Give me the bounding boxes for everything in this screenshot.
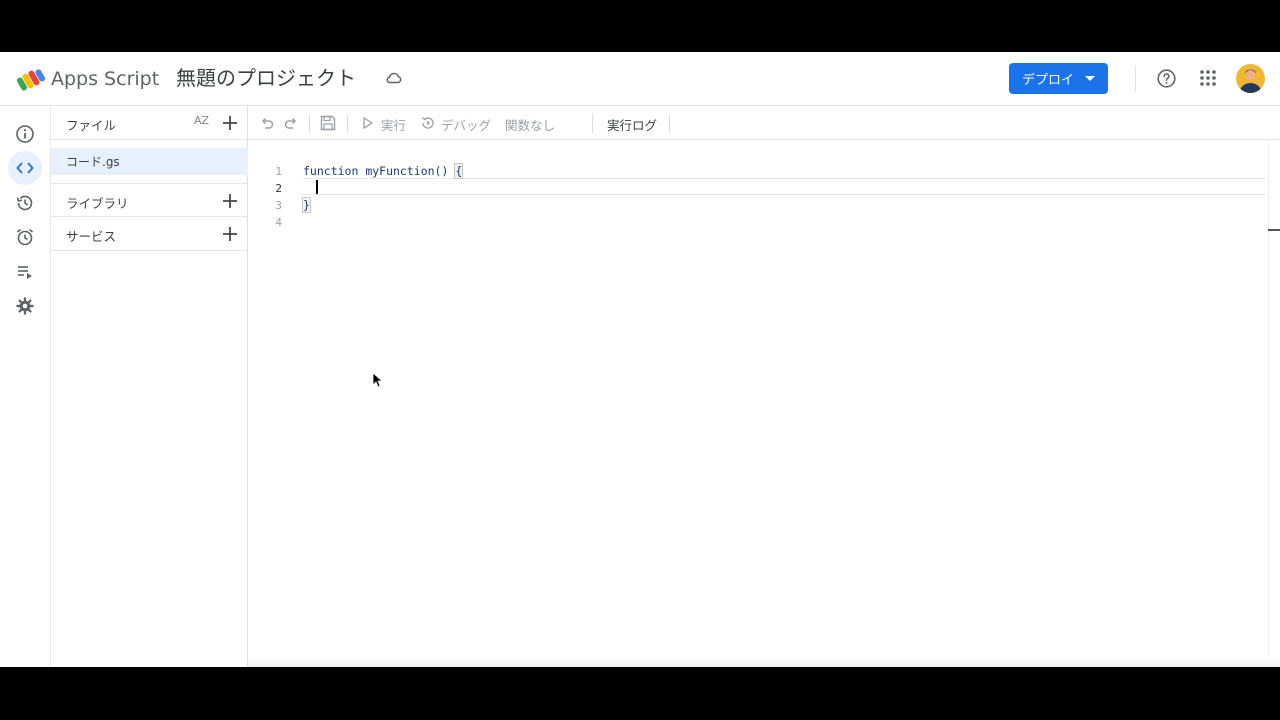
function-select[interactable]: 関数なし — [505, 115, 555, 134]
debug-icon — [422, 117, 434, 129]
add-file-icon[interactable] — [221, 114, 239, 132]
cloud-saved-icon — [386, 72, 402, 84]
libraries-label: ライブラリ — [66, 196, 129, 211]
scroll-position-marker — [1268, 229, 1280, 231]
alarm-icon — [16, 228, 34, 246]
toolbar-divider — [309, 114, 310, 133]
save-icon[interactable] — [319, 114, 337, 132]
files-panel: ファイル AZ コード.gs ライブラリ サービス — [51, 106, 248, 667]
code-editor[interactable]: 1 2 3 4 function myFunction() { } — [248, 140, 1280, 667]
gear-icon — [16, 297, 34, 315]
mouse-pointer-icon — [372, 372, 382, 388]
add-library-icon[interactable] — [221, 192, 239, 210]
help-icon[interactable] — [1156, 68, 1177, 89]
history-icon — [16, 195, 33, 211]
editor-bottom-shade — [248, 657, 1280, 667]
avatar[interactable] — [1236, 64, 1265, 93]
editor-button[interactable] — [8, 151, 42, 185]
sort-az-icon[interactable]: AZ — [194, 114, 214, 132]
history-button[interactable] — [8, 186, 42, 220]
project-title[interactable]: 無題のプロジェクト — [176, 64, 356, 92]
files-header: ファイル AZ — [51, 106, 248, 140]
current-line-highlight — [303, 178, 1266, 195]
execution-log-button[interactable]: 実行ログ — [607, 115, 657, 134]
settings-button[interactable] — [8, 289, 42, 323]
line-number: 2 — [275, 182, 282, 195]
toolbar-divider — [669, 114, 670, 133]
triggers-button[interactable] — [8, 220, 42, 254]
left-navigation-rail — [0, 106, 51, 667]
debug-button[interactable]: デバッグ — [441, 115, 491, 134]
services-label: サービス — [66, 229, 117, 244]
toolbar-divider — [347, 114, 348, 133]
undo-icon[interactable] — [258, 114, 276, 132]
line-number: 1 — [275, 165, 282, 178]
code-function-signature: myFunction() — [358, 164, 456, 178]
code-line: } — [302, 197, 311, 213]
top-bar: Apps Script 無題のプロジェクト デプロイ — [0, 52, 1280, 106]
services-section: サービス — [51, 217, 248, 251]
apps-script-logo[interactable] — [17, 67, 46, 93]
files-header-label: ファイル — [66, 118, 117, 133]
google-apps-icon[interactable] — [1199, 69, 1217, 87]
caret-down-icon — [1085, 76, 1095, 81]
code-icon — [16, 162, 34, 174]
overview-button[interactable] — [8, 117, 42, 151]
apps-script-window: Apps Script 無題のプロジェクト デプロイ ファイル AZ コード.g… — [0, 52, 1280, 667]
code-open-brace: { — [454, 163, 464, 179]
libraries-section: ライブラリ — [51, 183, 248, 217]
editor-scrollbar[interactable] — [1268, 140, 1280, 667]
playlist-icon — [18, 266, 32, 279]
run-button[interactable]: 実行 — [381, 115, 406, 134]
code-close-brace: } — [302, 197, 311, 213]
topbar-divider — [1135, 66, 1136, 92]
deploy-label: デプロイ — [1022, 73, 1075, 88]
deploy-button[interactable]: デプロイ — [1009, 63, 1108, 94]
file-item-code-gs[interactable]: コード.gs — [51, 148, 248, 175]
info-icon — [16, 125, 34, 143]
brand-name: Apps Script — [51, 68, 160, 90]
play-icon — [363, 116, 374, 130]
code-keyword: function — [303, 164, 359, 178]
line-number: 4 — [275, 216, 282, 229]
line-number: 3 — [275, 199, 282, 212]
toolbar-divider — [592, 114, 593, 133]
editor-toolbar: 実行 デバッグ 関数なし 実行ログ — [248, 106, 1280, 140]
text-cursor — [316, 180, 318, 194]
file-name: コード.gs — [66, 155, 120, 169]
add-service-icon[interactable] — [221, 225, 239, 243]
code-line: function myFunction() { — [303, 163, 464, 179]
executions-button[interactable] — [8, 255, 42, 289]
redo-icon[interactable] — [282, 114, 300, 132]
